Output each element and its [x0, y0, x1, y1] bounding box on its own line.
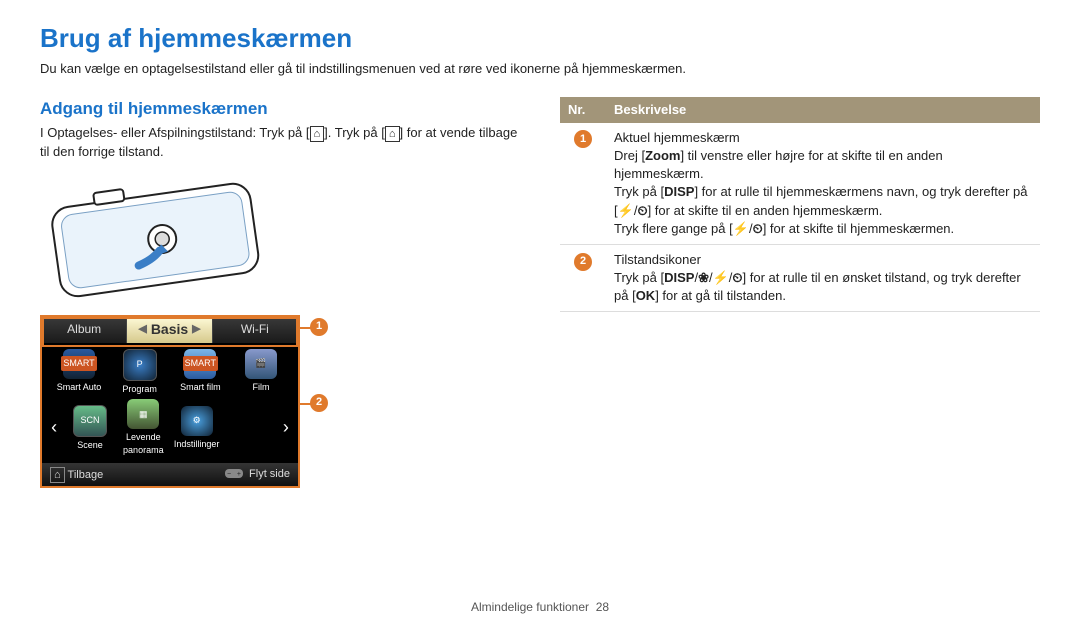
mode-scene[interactable]: SCN Scene [66, 405, 113, 452]
section-body: I Optagelses- eller Afspilningstilstand:… [40, 124, 520, 160]
description-table: Nr. Beskrivelse 1 Aktuel hjemmeskærm Dre… [560, 97, 1040, 313]
callout-1: 1 [310, 318, 328, 336]
mode-live-panorama[interactable]: ▦ Levende panorama [120, 399, 167, 456]
section-title: Adgang til hjemmeskærmen [40, 97, 520, 121]
table-row: 2 Tilstandsikoner Tryk på [DISP/❀/⚡/⏲] f… [560, 244, 1040, 312]
chevron-left-icon[interactable]: ‹ [48, 415, 60, 440]
mode-program[interactable]: P Program [113, 349, 167, 396]
page-footer: Almindelige funktioner 28 [0, 599, 1080, 616]
mode-settings[interactable]: ⚙ Indstillinger [173, 406, 220, 451]
col-desc: Beskrivelse [606, 97, 1040, 123]
move-page-hint: − + Flyt side [225, 467, 290, 483]
mode-smart-film[interactable]: SMART Smart film [173, 349, 227, 394]
chevron-right-icon[interactable]: › [280, 415, 292, 440]
home-icon: ⌂ [385, 126, 400, 142]
home-icon: ⌂ [50, 467, 65, 483]
tab-album[interactable]: Album [42, 317, 127, 343]
row-number-2: 2 [574, 253, 592, 271]
table-row: 1 Aktuel hjemmeskærm Drej [Zoom] til ven… [560, 123, 1040, 245]
intro-text: Du kan vælge en optagelsestilstand eller… [40, 60, 1040, 78]
camera-illustration [40, 173, 520, 303]
home-screen-preview: Album ◀ Basis ▶ Wi-Fi [40, 315, 300, 488]
home-icon: ⌂ [310, 126, 325, 142]
back-button[interactable]: ⌂ Tilbage [50, 467, 103, 483]
page-title: Brug af hjemmeskærmen [40, 20, 1040, 56]
chevron-right-icon: ▶ [188, 322, 204, 337]
mode-film[interactable]: 🎬 Film [234, 349, 288, 394]
tab-wifi[interactable]: Wi-Fi [213, 317, 298, 343]
col-nr: Nr. [560, 97, 606, 123]
callout-2: 2 [310, 394, 328, 412]
tab-basis[interactable]: ◀ Basis ▶ [127, 317, 212, 343]
mode-smart-auto[interactable]: SMART Smart Auto [52, 349, 106, 394]
row-number-1: 1 [574, 130, 592, 148]
chevron-left-icon: ◀ [134, 322, 150, 337]
